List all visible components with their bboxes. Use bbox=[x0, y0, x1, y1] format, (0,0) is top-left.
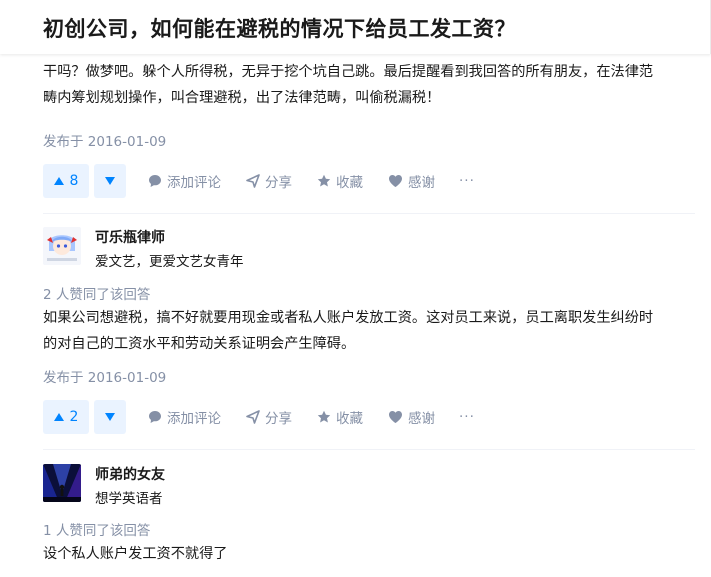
triangle-up-icon bbox=[53, 177, 64, 185]
concert-stage-avatar[interactable] bbox=[43, 464, 81, 502]
answer-content-line: 如果公司想避税，搞不好就要用现金或者私人账户发放工资。这对员工来说，员工离职发生… bbox=[43, 310, 654, 326]
answer-content-line: 干吗？做梦吧。躲个人所得税，无异于挖个坑自己跳。最后提醒看到我回答的所有朋友，在… bbox=[43, 64, 654, 80]
divider bbox=[43, 449, 695, 450]
answer-content-line: 畴内筹划规划操作，叫合理避税，出了法律范畴，叫偷税漏税！ bbox=[43, 90, 441, 106]
share-button[interactable]: 分享 bbox=[246, 400, 292, 434]
thanks-label: 感谢 bbox=[408, 175, 435, 191]
comment-label: 添加评论 bbox=[167, 175, 221, 191]
author-name[interactable]: 可乐瓶律师 bbox=[95, 227, 165, 247]
agree-count[interactable]: 1 人赞同了该回答 bbox=[43, 519, 150, 539]
author-bio: 想学英语者 bbox=[95, 491, 163, 507]
publish-date[interactable]: 发布于 2016-01-09 bbox=[43, 366, 166, 386]
vote-count: 2 bbox=[69, 409, 79, 425]
author-info: 师弟的女友 想学英语者 bbox=[43, 464, 443, 507]
question-header: 初创公司，如何能在避税的情况下给员工发工资？ bbox=[0, 0, 711, 54]
upvote-button[interactable]: 2 bbox=[43, 400, 89, 434]
author-name[interactable]: 师弟的女友 bbox=[95, 464, 165, 484]
triangle-up-icon bbox=[53, 413, 64, 421]
concert-stage-avatar-image bbox=[43, 464, 81, 502]
answer-actions: 2 添加评论 分享 收藏 感谢 ··· bbox=[43, 400, 513, 434]
comment-icon bbox=[149, 411, 161, 423]
agree-count[interactable]: 2 人赞同了该回答 bbox=[43, 283, 150, 303]
upvote-button[interactable]: 8 bbox=[43, 164, 89, 198]
more-button[interactable]: ··· bbox=[459, 164, 475, 198]
share-button[interactable]: 分享 bbox=[246, 164, 292, 198]
vote-count: 8 bbox=[69, 173, 79, 189]
comment-button[interactable]: 添加评论 bbox=[148, 164, 221, 198]
heart-icon bbox=[389, 175, 402, 187]
share-label: 分享 bbox=[265, 175, 292, 191]
answer-content: 设个私人账户发工资不就得了 bbox=[43, 541, 695, 567]
lawyer-avatar-image bbox=[43, 227, 81, 265]
lawyer-avatar[interactable] bbox=[43, 227, 81, 265]
answer-content-line: 的对自己的工资水平和劳动关系证明会产生障碍。 bbox=[43, 336, 356, 352]
more-icon: ··· bbox=[459, 409, 475, 425]
answer-content-line: 设个私人账户发工资不就得了 bbox=[43, 546, 228, 562]
author-info: 可乐瓶律师 爱文艺，更爱文艺女青年 bbox=[43, 227, 443, 270]
comment-label: 添加评论 bbox=[167, 411, 221, 427]
collect-label: 收藏 bbox=[336, 411, 363, 427]
thanks-button[interactable]: 感谢 bbox=[388, 164, 435, 198]
triangle-down-icon bbox=[105, 413, 115, 421]
triangle-down-icon bbox=[105, 177, 115, 185]
more-icon: ··· bbox=[459, 173, 475, 189]
share-label: 分享 bbox=[265, 411, 292, 427]
answer-content: 如果公司想避税，搞不好就要用现金或者私人账户发放工资。这对员工来说，员工离职发生… bbox=[43, 305, 695, 357]
thanks-button[interactable]: 感谢 bbox=[388, 400, 435, 434]
thanks-label: 感谢 bbox=[408, 411, 435, 427]
answer-list: 的时候，就必须交个人所得税，原先员工到手一万，因为你惩正规了，成了九千了，你觉得… bbox=[0, 0, 711, 577]
comment-button[interactable]: 添加评论 bbox=[148, 400, 221, 434]
author-bio: 爱文艺，更爱文艺女青年 bbox=[95, 254, 244, 270]
collect-label: 收藏 bbox=[336, 175, 363, 191]
comment-icon bbox=[149, 175, 161, 187]
star-icon bbox=[317, 410, 331, 423]
heart-icon bbox=[389, 411, 402, 423]
share-icon bbox=[246, 410, 260, 424]
answer-content: 干吗？做梦吧。躲个人所得税，无异于挖个坑自己跳。最后提醒看到我回答的所有朋友，在… bbox=[43, 59, 695, 111]
answer-actions: 8 添加评论 分享 收藏 感谢 ··· bbox=[43, 164, 513, 198]
share-icon bbox=[246, 174, 260, 188]
star-icon bbox=[317, 174, 331, 187]
downvote-button[interactable] bbox=[94, 400, 126, 434]
downvote-button[interactable] bbox=[94, 164, 126, 198]
collect-button[interactable]: 收藏 bbox=[317, 164, 363, 198]
divider bbox=[43, 213, 695, 214]
more-button[interactable]: ··· bbox=[459, 400, 475, 434]
publish-date[interactable]: 发布于 2016-01-09 bbox=[43, 130, 166, 150]
question-title[interactable]: 初创公司，如何能在避税的情况下给员工发工资？ bbox=[43, 13, 516, 43]
collect-button[interactable]: 收藏 bbox=[317, 400, 363, 434]
